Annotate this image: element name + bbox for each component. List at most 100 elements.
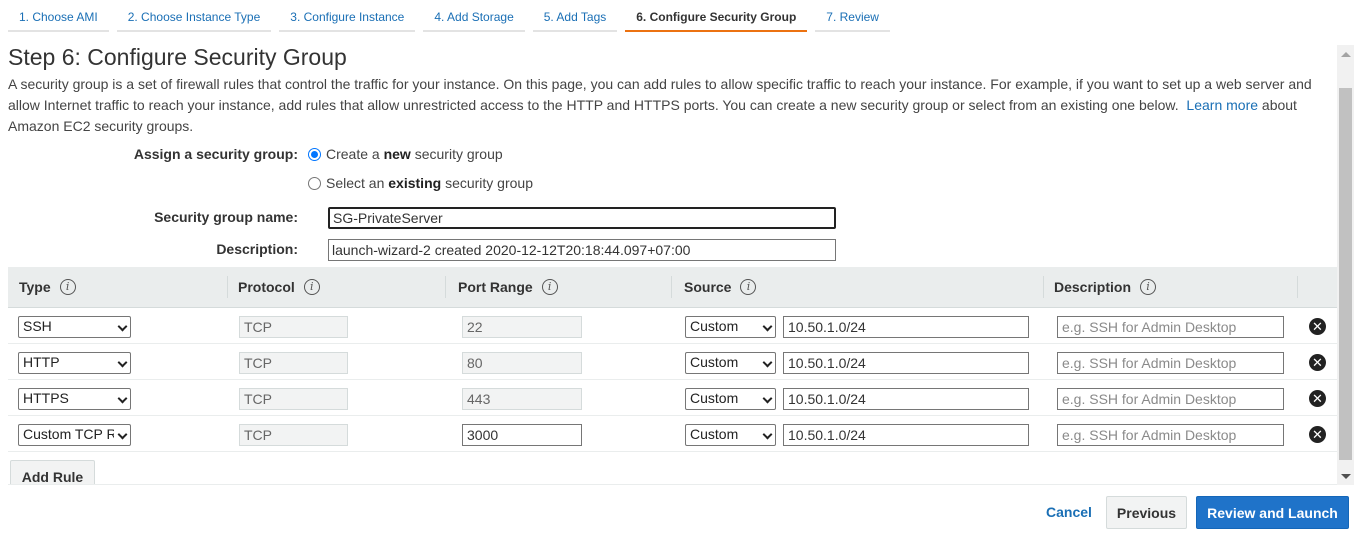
intro-text: A security group is a set of firewall ru… (8, 76, 1312, 113)
info-icon[interactable]: i (59, 279, 76, 295)
radio-existing-prefix: Select an (326, 175, 385, 191)
delete-rule-icon[interactable]: ✕ (1309, 426, 1326, 443)
header-description: Description i (1054, 267, 1157, 307)
chevron-down-icon (117, 393, 128, 404)
page-title: Step 6: Configure Security Group (8, 44, 347, 70)
radio-create-new-group[interactable]: Create a new security group (308, 146, 503, 162)
table-row: SSH TCP 22 Custom 10.50.1.0/24 e.g. SSH … (8, 308, 1337, 344)
radio-create-suffix: security group (414, 146, 503, 162)
scroll-down-arrow-icon[interactable] (1341, 474, 1351, 479)
header-divider (227, 276, 228, 298)
learn-more-link[interactable]: Learn more (1186, 97, 1258, 113)
wizard-steps: 1. Choose AMI 2. Choose Instance Type 3.… (8, 0, 898, 34)
chevron-down-icon (117, 321, 128, 332)
source-cidr-input[interactable]: 10.50.1.0/24 (783, 388, 1029, 410)
tab-add-storage[interactable]: 4. Add Storage (423, 0, 525, 32)
delete-rule-icon[interactable]: ✕ (1309, 354, 1326, 371)
info-icon[interactable]: i (541, 279, 558, 295)
source-type-value: Custom (690, 426, 739, 442)
rule-description-input[interactable]: e.g. SSH for Admin Desktop (1057, 316, 1284, 338)
tab-add-tags[interactable]: 5. Add Tags (532, 0, 618, 32)
type-select[interactable]: Custom TCP Rule (18, 424, 131, 446)
source-cidr-input[interactable]: 10.50.1.0/24 (783, 352, 1029, 374)
protocol-field: TCP (239, 424, 348, 446)
source-type-value: Custom (690, 354, 739, 370)
chevron-down-icon (117, 429, 128, 440)
source-type-select[interactable]: Custom (685, 352, 776, 374)
table-row: HTTP TCP 80 Custom 10.50.1.0/24 e.g. SSH… (8, 344, 1337, 380)
delete-rule-icon[interactable]: ✕ (1309, 390, 1326, 407)
chevron-down-icon (762, 393, 773, 404)
protocol-field: TCP (239, 316, 348, 338)
intro-paragraph: A security group is a set of firewall ru… (8, 74, 1328, 137)
tab-configure-security-group[interactable]: 6. Configure Security Group (625, 0, 808, 32)
type-select[interactable]: SSH (18, 316, 131, 338)
rules-table-header: Type i Protocol i Port Range i Source i Desc… (8, 267, 1337, 308)
tab-choose-instance-type[interactable]: 2. Choose Instance Type (116, 0, 272, 32)
tab-review[interactable]: 7. Review (815, 0, 890, 32)
source-type-select[interactable]: Custom (685, 316, 776, 338)
chevron-down-icon (117, 357, 128, 368)
scroll-up-arrow-icon[interactable] (1341, 52, 1351, 57)
source-type-select[interactable]: Custom (685, 424, 776, 446)
tab-choose-ami[interactable]: 1. Choose AMI (8, 0, 109, 32)
header-divider (1043, 276, 1044, 298)
header-type: Type i (19, 267, 76, 307)
group-name-input[interactable]: SG-PrivateServer (328, 207, 836, 229)
rule-description-input[interactable]: e.g. SSH for Admin Desktop (1057, 352, 1284, 374)
rule-description-input[interactable]: e.g. SSH for Admin Desktop (1057, 388, 1284, 410)
header-source-label: Source (684, 279, 732, 295)
type-select-value: HTTPS (23, 390, 69, 406)
radio-create-prefix: Create a (326, 146, 380, 162)
protocol-field: TCP (239, 388, 348, 410)
delete-rule-icon[interactable]: ✕ (1309, 318, 1326, 335)
chevron-down-icon (762, 321, 773, 332)
port-range-field: 443 (462, 388, 582, 410)
group-name-label: Security group name: (154, 209, 298, 225)
header-source: Source i (684, 267, 757, 307)
add-rule-button[interactable]: Add Rule (10, 460, 95, 484)
header-protocol: Protocol i (238, 267, 320, 307)
radio-existing-suffix: security group (445, 175, 533, 191)
cancel-button[interactable]: Cancel (1038, 496, 1100, 528)
scrollbar-thumb[interactable] (1339, 88, 1352, 460)
rule-description-input[interactable]: e.g. SSH for Admin Desktop (1057, 424, 1284, 446)
header-type-label: Type (19, 279, 51, 295)
source-cidr-input[interactable]: 10.50.1.0/24 (783, 316, 1029, 338)
header-divider (445, 276, 446, 298)
radio-button-existing[interactable] (308, 176, 321, 190)
protocol-field: TCP (239, 352, 348, 374)
type-select[interactable]: HTTPS (18, 388, 131, 410)
table-row: HTTPS TCP 443 Custom 10.50.1.0/24 e.g. S… (8, 380, 1337, 416)
info-icon[interactable]: i (303, 279, 320, 295)
radio-select-existing-group[interactable]: Select an existing security group (308, 175, 533, 191)
description-label: Description: (216, 241, 298, 257)
source-type-value: Custom (690, 390, 739, 406)
port-range-field: 22 (462, 316, 582, 338)
type-select-value: Custom TCP Rule (23, 426, 114, 442)
source-cidr-input[interactable]: 10.50.1.0/24 (783, 424, 1029, 446)
header-protocol-label: Protocol (238, 279, 295, 295)
type-select-value: HTTP (23, 354, 60, 370)
source-type-select[interactable]: Custom (685, 388, 776, 410)
header-description-label: Description (1054, 279, 1132, 295)
table-row: Custom TCP Rule TCP 3000 Custom 10.50.1.… (8, 416, 1337, 452)
radio-existing-bold: existing (388, 175, 442, 191)
type-select[interactable]: HTTP (18, 352, 131, 374)
header-port-range-label: Port Range (458, 279, 533, 295)
radio-create-bold: new (383, 146, 411, 162)
tab-configure-instance[interactable]: 3. Configure Instance (279, 0, 416, 32)
chevron-down-icon (762, 429, 773, 440)
type-select-value: SSH (23, 318, 52, 334)
previous-button[interactable]: Previous (1106, 496, 1187, 529)
port-range-field: 80 (462, 352, 582, 374)
port-range-input[interactable]: 3000 (462, 424, 582, 446)
description-input[interactable]: launch-wizard-2 created 2020-12-12T20:18… (328, 239, 836, 261)
radio-button-create[interactable] (308, 147, 321, 161)
header-port-range: Port Range i (458, 267, 558, 307)
info-icon[interactable]: i (740, 279, 757, 295)
info-icon[interactable]: i (1140, 279, 1157, 295)
header-divider (1297, 276, 1298, 298)
review-and-launch-button[interactable]: Review and Launch (1196, 496, 1349, 529)
rules-table: Type i Protocol i Port Range i Source i Desc… (8, 267, 1337, 485)
